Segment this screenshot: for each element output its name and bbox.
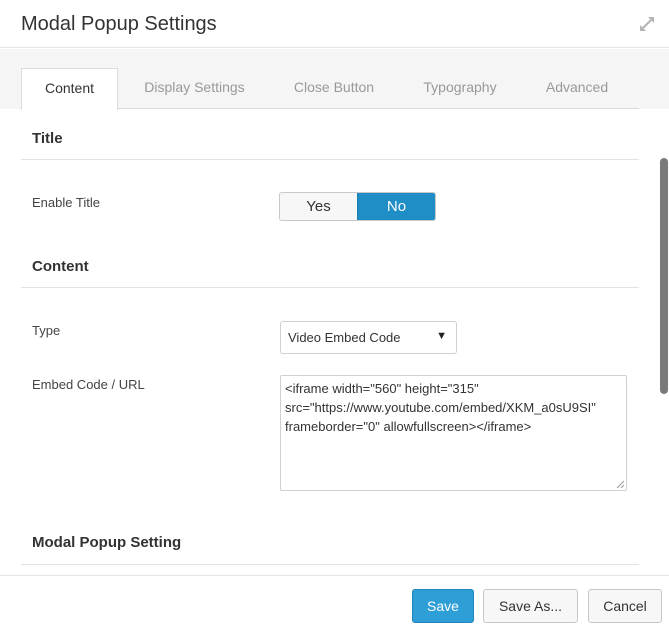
settings-content: Title Enable Title Yes No Content Type V… <box>0 109 669 575</box>
modal-title: Modal Popup Settings <box>21 13 217 35</box>
section-divider <box>21 159 639 160</box>
tab-typography[interactable]: Typography <box>410 68 510 109</box>
enable-title-toggle: Yes No <box>279 192 436 221</box>
embed-code-textarea[interactable]: <iframe width="560" height="315" src="ht… <box>280 375 627 491</box>
section-title-heading: Title <box>32 130 63 147</box>
section-modal-popup-heading: Modal Popup Setting <box>32 534 182 551</box>
modal-header: Modal Popup Settings <box>0 0 669 48</box>
tab-display-settings[interactable]: Display Settings <box>130 68 259 109</box>
save-as-button[interactable]: Save As... <box>483 589 578 623</box>
section-content-heading: Content <box>32 258 89 275</box>
embed-code-label: Embed Code / URL <box>32 377 145 392</box>
vertical-scrollbar[interactable] <box>660 158 668 394</box>
enable-title-label: Enable Title <box>32 195 100 210</box>
tab-bar: Content Display Settings Close Button Ty… <box>0 49 669 110</box>
enable-title-yes-option[interactable]: Yes <box>280 193 357 220</box>
modal-dialog: Modal Popup Settings Content Display Set… <box>0 0 669 633</box>
section-divider <box>21 564 639 565</box>
embed-code-line: src="https://www.youtube.com/embed/XKM_a… <box>285 400 596 415</box>
type-select-value: Video Embed Code <box>288 330 401 345</box>
enable-title-no-option[interactable]: No <box>357 193 435 220</box>
type-select[interactable]: Video Embed Code ▼ <box>280 321 457 354</box>
section-divider <box>21 287 639 288</box>
type-label: Type <box>32 323 61 338</box>
save-button[interactable]: Save <box>412 589 474 623</box>
tab-advanced[interactable]: Advanced <box>530 68 624 109</box>
cancel-button[interactable]: Cancel <box>588 589 662 623</box>
tab-close-button[interactable]: Close Button <box>280 68 388 109</box>
modal-footer: Save Save As... Cancel <box>0 575 669 633</box>
embed-code-line: frameborder="0" allowfullscreen></iframe… <box>285 419 532 434</box>
embed-code-line: <iframe width="560" height="315" <box>285 381 479 396</box>
tab-content[interactable]: Content <box>21 68 118 110</box>
resize-grip-icon[interactable] <box>616 480 625 489</box>
dropdown-arrow-icon: ▼ <box>436 330 447 342</box>
expand-arrows-icon[interactable] <box>638 15 656 33</box>
